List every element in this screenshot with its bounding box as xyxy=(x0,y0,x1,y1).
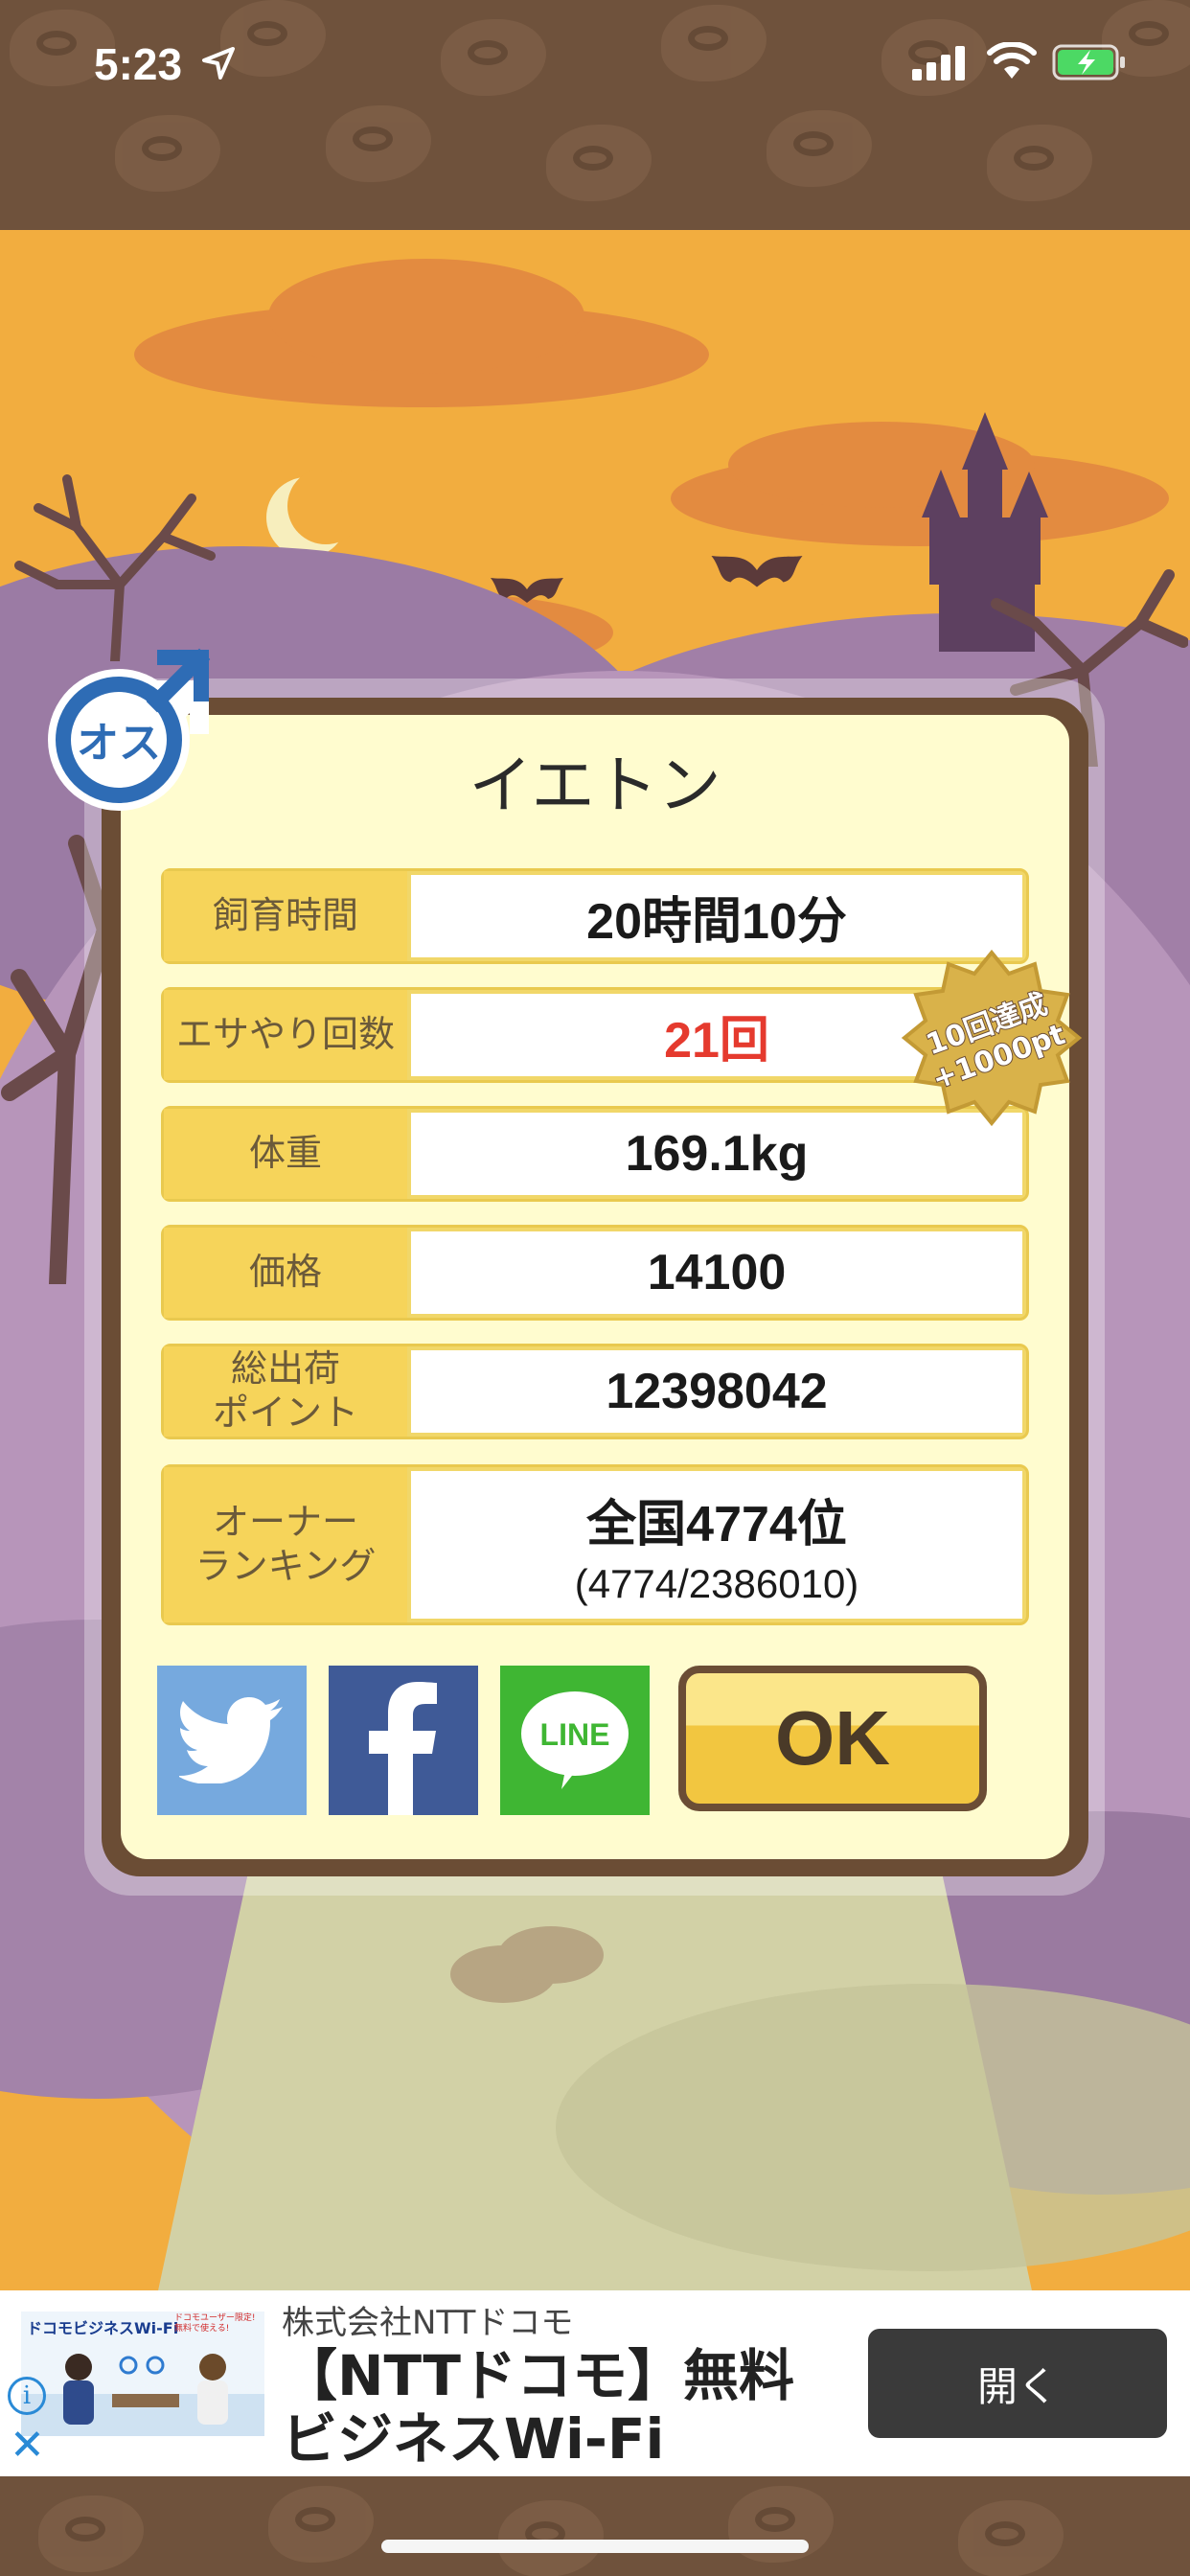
stat-row-weight: 体重 169.1kg xyxy=(161,1106,1029,1202)
male-symbol-icon: オス xyxy=(48,648,211,811)
twitter-bird-icon xyxy=(179,1697,283,1783)
twitter-share-button[interactable] xyxy=(157,1666,307,1815)
ad-thumb-note: ドコモユーザー限定! 無料で使える! xyxy=(174,2313,256,2334)
line-logo-text: LINE xyxy=(540,1717,610,1752)
stat-row-owner-ranking: オーナー ランキング 全国4774位 (4774/2386010) xyxy=(161,1464,1029,1625)
facebook-share-button[interactable] xyxy=(329,1666,478,1815)
achievement-badge: 10回達成 +1000pt xyxy=(901,947,1083,1129)
line-logo-icon: LINE xyxy=(521,1691,629,1789)
bean-pattern xyxy=(661,5,767,81)
stat-value: 20時間10分 xyxy=(411,875,1022,957)
bean-pattern xyxy=(958,2500,1064,2576)
bean-pattern xyxy=(767,110,872,187)
stat-row-total-shipping-points: 総出荷 ポイント 12398042 xyxy=(161,1344,1029,1439)
stat-row-breeding-time: 飼育時間 20時間10分 xyxy=(161,868,1029,964)
stat-value: 12398042 xyxy=(411,1350,1022,1433)
ok-button[interactable]: OK xyxy=(678,1666,987,1811)
seal-icon: 10回達成 +1000pt xyxy=(901,949,1083,1127)
home-indicator[interactable] xyxy=(381,2540,809,2553)
stat-label: 体重 xyxy=(164,1109,407,1199)
ad-thumbnail[interactable]: ドコモビジネスWi-Fi ドコモユーザー限定! 無料で使える! xyxy=(21,2312,264,2436)
cloud xyxy=(268,259,584,374)
stat-label: 価格 xyxy=(164,1228,407,1318)
pet-name: イエトン xyxy=(469,748,721,822)
facebook-f-icon xyxy=(369,1682,437,1815)
dead-tree-icon xyxy=(14,474,216,661)
ad-info-icon[interactable]: i xyxy=(8,2377,46,2415)
ad-open-button[interactable]: 開く xyxy=(868,2329,1167,2438)
status-time: 5:23 xyxy=(94,39,183,89)
stone xyxy=(498,1926,604,1984)
stat-row-price: 価格 14100 xyxy=(161,1225,1029,1321)
bean-pattern xyxy=(326,105,431,182)
bottom-pattern-bar xyxy=(0,2476,1190,2576)
bean-pattern xyxy=(220,0,326,77)
bean-pattern xyxy=(987,125,1092,201)
signal-icon xyxy=(912,46,965,80)
ranking-value: 全国4774位 xyxy=(586,1496,847,1552)
ad-close-icon[interactable]: ✕ xyxy=(10,2425,45,2467)
line-share-button[interactable]: LINE xyxy=(500,1666,650,1815)
bean-pattern xyxy=(498,2500,604,2576)
status-bar: 5:23 xyxy=(0,0,1190,230)
bean-pattern xyxy=(441,19,546,96)
bean-pattern xyxy=(38,2496,144,2572)
stat-label: 飼育時間 xyxy=(164,871,407,961)
stat-label: オーナー ランキング xyxy=(164,1467,407,1622)
male-gender-badge: オス xyxy=(38,638,220,820)
stat-row-feed-count: エサやり回数 21回 xyxy=(161,987,1029,1083)
ad-people-illustration xyxy=(21,2354,264,2436)
battery-charging-icon xyxy=(1052,44,1125,80)
stat-label: エサやり回数 xyxy=(164,990,407,1080)
stat-value: 全国4774位 (4774/2386010) xyxy=(411,1471,1022,1619)
bean-pattern xyxy=(268,2486,374,2563)
ad-headline-line2: ビジネスWi-Fi xyxy=(282,2406,665,2472)
ad-headline-line1: 【NTTドコモ】無料 xyxy=(282,2343,794,2408)
stat-value: 14100 xyxy=(411,1231,1022,1314)
ad-sponsor: 株式会社NTTドコモ xyxy=(282,2304,574,2342)
bean-pattern xyxy=(115,115,220,192)
wifi-icon xyxy=(987,42,1037,79)
ad-thumb-title: ドコモビジネスWi-Fi xyxy=(27,2319,179,2337)
location-arrow-icon xyxy=(202,47,235,80)
stat-label: 総出荷 ポイント xyxy=(164,1346,407,1437)
gender-label: オス xyxy=(77,719,161,768)
bat-icon xyxy=(711,556,803,587)
ranking-detail: (4774/2386010) xyxy=(574,1560,859,1606)
bean-pattern xyxy=(546,125,652,201)
